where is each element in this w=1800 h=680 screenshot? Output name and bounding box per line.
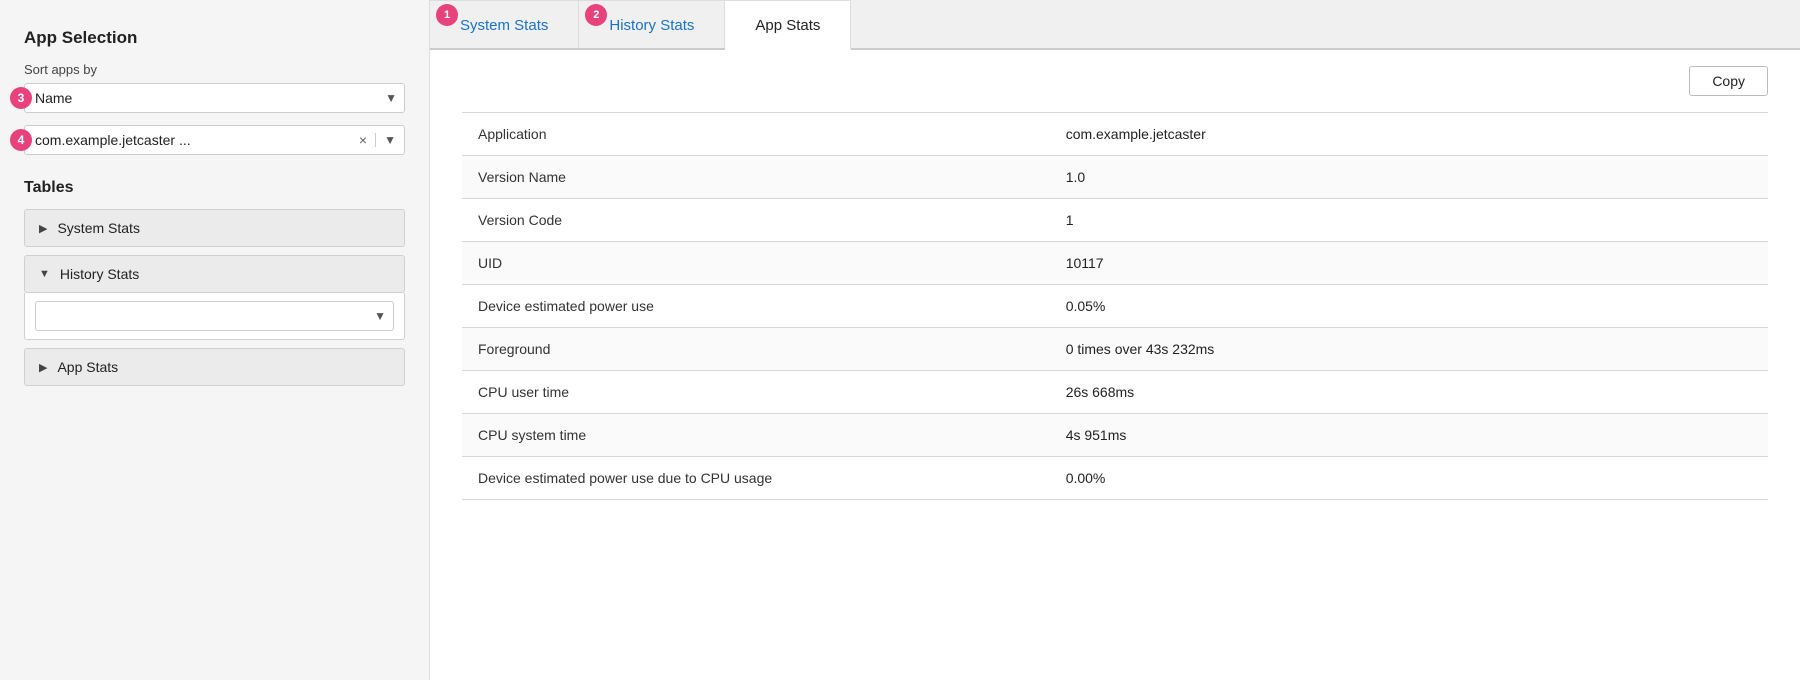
copy-row: Copy (462, 66, 1768, 96)
table-group-header-history-stats[interactable]: ▼ History Stats (24, 255, 405, 293)
stat-value: 10117 (1050, 242, 1768, 285)
table-group-header-app-stats[interactable]: ▶ App Stats (24, 348, 405, 386)
stat-value: 1 (1050, 199, 1768, 242)
history-stats-label: History Stats (60, 266, 139, 282)
stat-key: CPU user time (462, 371, 1050, 414)
app-select[interactable]: com.example.jetcaster ... × ▼ (24, 125, 405, 155)
history-stats-body: ▼ (24, 293, 405, 340)
stats-table: Application com.example.jetcaster Versio… (462, 112, 1768, 500)
tabs-bar: 1 System Stats 2 History Stats App Stats (430, 0, 1800, 50)
app-select-down-icon[interactable]: ▼ (375, 133, 396, 147)
copy-button[interactable]: Copy (1689, 66, 1768, 96)
stat-key: CPU system time (462, 414, 1050, 457)
tables-title: Tables (24, 179, 405, 197)
history-stats-select[interactable] (35, 301, 394, 331)
history-stats-select-wrapper: ▼ (35, 301, 394, 331)
app-stats-arrow: ▶ (39, 361, 47, 374)
main-content: 1 System Stats 2 History Stats App Stats… (430, 0, 1800, 680)
table-row: Foreground 0 times over 43s 232ms (462, 328, 1768, 371)
stat-key: Device estimated power use (462, 285, 1050, 328)
stat-key: Device estimated power use due to CPU us… (462, 457, 1050, 500)
tab-app-stats[interactable]: App Stats (725, 0, 851, 50)
table-row: Device estimated power use due to CPU us… (462, 457, 1768, 500)
sidebar: App Selection Sort apps by 3 Name Packag… (0, 0, 430, 680)
stat-key: UID (462, 242, 1050, 285)
table-row: Application com.example.jetcaster (462, 113, 1768, 156)
table-row: CPU user time 26s 668ms (462, 371, 1768, 414)
table-row: Device estimated power use 0.05% (462, 285, 1768, 328)
table-row: CPU system time 4s 951ms (462, 414, 1768, 457)
app-select-clear-icon[interactable]: × (359, 133, 367, 147)
stat-value: com.example.jetcaster (1050, 113, 1768, 156)
app-stats-label: App Stats (57, 359, 118, 375)
stat-value: 1.0 (1050, 156, 1768, 199)
table-group-app-stats: ▶ App Stats (24, 348, 405, 386)
stat-value: 0 times over 43s 232ms (1050, 328, 1768, 371)
table-row: Version Code 1 (462, 199, 1768, 242)
stat-key: Version Code (462, 199, 1050, 242)
history-stats-arrow: ▼ (39, 268, 50, 280)
app-container: App Selection Sort apps by 3 Name Packag… (0, 0, 1800, 680)
tab-wrapper-system-stats: 1 System Stats (430, 0, 579, 48)
sidebar-title: App Selection (24, 28, 405, 48)
tab-system-stats-label: System Stats (460, 17, 548, 34)
sort-select[interactable]: Name Package UID (24, 83, 405, 113)
content-area: Copy Application com.example.jetcaster V… (430, 50, 1800, 680)
tab-history-stats-label: History Stats (609, 17, 694, 34)
badge-3: 3 (10, 87, 32, 109)
app-select-text: com.example.jetcaster ... (35, 132, 359, 148)
table-group-history-stats: ▼ History Stats ▼ (24, 255, 405, 340)
table-group-system-stats: ▶ System Stats (24, 209, 405, 247)
tab-badge-1: 1 (436, 4, 458, 26)
stat-value: 4s 951ms (1050, 414, 1768, 457)
table-row: Version Name 1.0 (462, 156, 1768, 199)
table-row: UID 10117 (462, 242, 1768, 285)
badge-4: 4 (10, 129, 32, 151)
sort-label: Sort apps by (24, 62, 405, 77)
stat-key: Foreground (462, 328, 1050, 371)
system-stats-label: System Stats (57, 220, 139, 236)
tab-app-stats-label: App Stats (755, 17, 820, 34)
stat-key: Application (462, 113, 1050, 156)
stat-value: 26s 668ms (1050, 371, 1768, 414)
stat-value: 0.05% (1050, 285, 1768, 328)
table-group-header-system-stats[interactable]: ▶ System Stats (24, 209, 405, 247)
stat-key: Version Name (462, 156, 1050, 199)
tab-wrapper-history-stats: 2 History Stats (579, 0, 725, 48)
system-stats-arrow: ▶ (39, 222, 47, 235)
stat-value: 0.00% (1050, 457, 1768, 500)
